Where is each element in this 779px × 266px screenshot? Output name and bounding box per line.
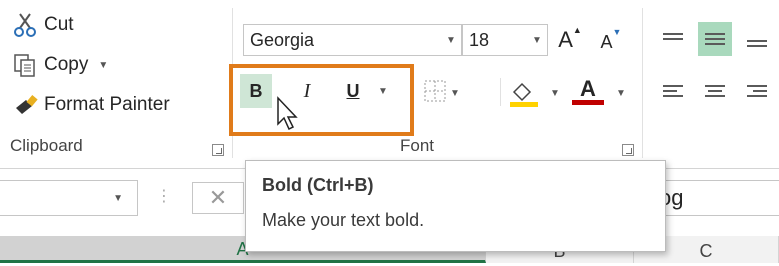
- cut-label: Cut: [44, 14, 74, 35]
- fill-color-button[interactable]: [508, 78, 540, 113]
- resize-dots-icon[interactable]: ⋮: [156, 186, 173, 206]
- font-size-combo[interactable]: 18 ▼: [462, 24, 548, 56]
- grow-font-icon: A: [558, 27, 573, 52]
- align-bottom-button[interactable]: [740, 26, 774, 60]
- copy-icon: [12, 52, 38, 78]
- chevron-down-icon[interactable]: ▼: [450, 88, 460, 99]
- formula-input[interactable]: og: [652, 180, 779, 216]
- font-size-value: 18: [469, 29, 490, 50]
- chevron-down-icon[interactable]: ▼: [527, 35, 547, 46]
- copy-button[interactable]: Copy ▼: [12, 52, 108, 78]
- align-top-button[interactable]: [656, 22, 690, 56]
- name-box[interactable]: ▼: [0, 180, 138, 216]
- align-middle-button[interactable]: [698, 22, 732, 56]
- format-painter-button[interactable]: Format Painter: [12, 92, 170, 118]
- font-group-label: Font: [400, 136, 435, 155]
- chevron-down-icon[interactable]: ▼: [441, 35, 461, 46]
- group-divider: [642, 8, 643, 158]
- cancel-entry-button[interactable]: ✕: [192, 182, 244, 214]
- bold-italic-underline-highlight: [229, 64, 414, 136]
- paintbrush-icon: [12, 92, 38, 118]
- clipboard-group-label: Clipboard: [10, 136, 83, 155]
- chevron-down-icon[interactable]: ▼: [98, 60, 108, 71]
- grow-font-button[interactable]: A ▲: [556, 24, 584, 56]
- font-launcher-icon[interactable]: [622, 144, 634, 156]
- clipboard-launcher-icon[interactable]: [212, 144, 224, 156]
- caret-down-icon: ▼: [612, 27, 622, 37]
- font-color-label: A: [580, 76, 596, 101]
- chevron-down-icon[interactable]: ▼: [550, 88, 560, 99]
- shrink-font-button[interactable]: A ▼: [596, 26, 626, 58]
- chevron-down-icon[interactable]: ▼: [616, 88, 626, 99]
- bold-tooltip: Bold (Ctrl+B) Make your text bold.: [245, 160, 666, 252]
- format-painter-label: Format Painter: [44, 94, 170, 115]
- borders-icon[interactable]: [424, 80, 446, 107]
- font-name-combo[interactable]: Georgia ▼: [243, 24, 462, 56]
- scissors-icon: [12, 12, 38, 38]
- align-right-button[interactable]: [740, 74, 774, 108]
- tooltip-title: Bold (Ctrl+B): [262, 175, 374, 195]
- font-name-value: Georgia: [250, 29, 315, 50]
- align-center-button[interactable]: [698, 74, 732, 108]
- divider: [500, 78, 501, 106]
- shrink-font-icon: A: [600, 31, 613, 52]
- chevron-down-icon[interactable]: ▼: [113, 193, 123, 204]
- copy-label: Copy: [44, 54, 89, 75]
- tooltip-description: Make your text bold.: [262, 210, 425, 230]
- caret-up-icon: ▲: [572, 25, 582, 35]
- cut-button[interactable]: Cut: [12, 12, 74, 38]
- font-color-button[interactable]: A: [572, 76, 604, 105]
- align-left-button[interactable]: [656, 74, 690, 108]
